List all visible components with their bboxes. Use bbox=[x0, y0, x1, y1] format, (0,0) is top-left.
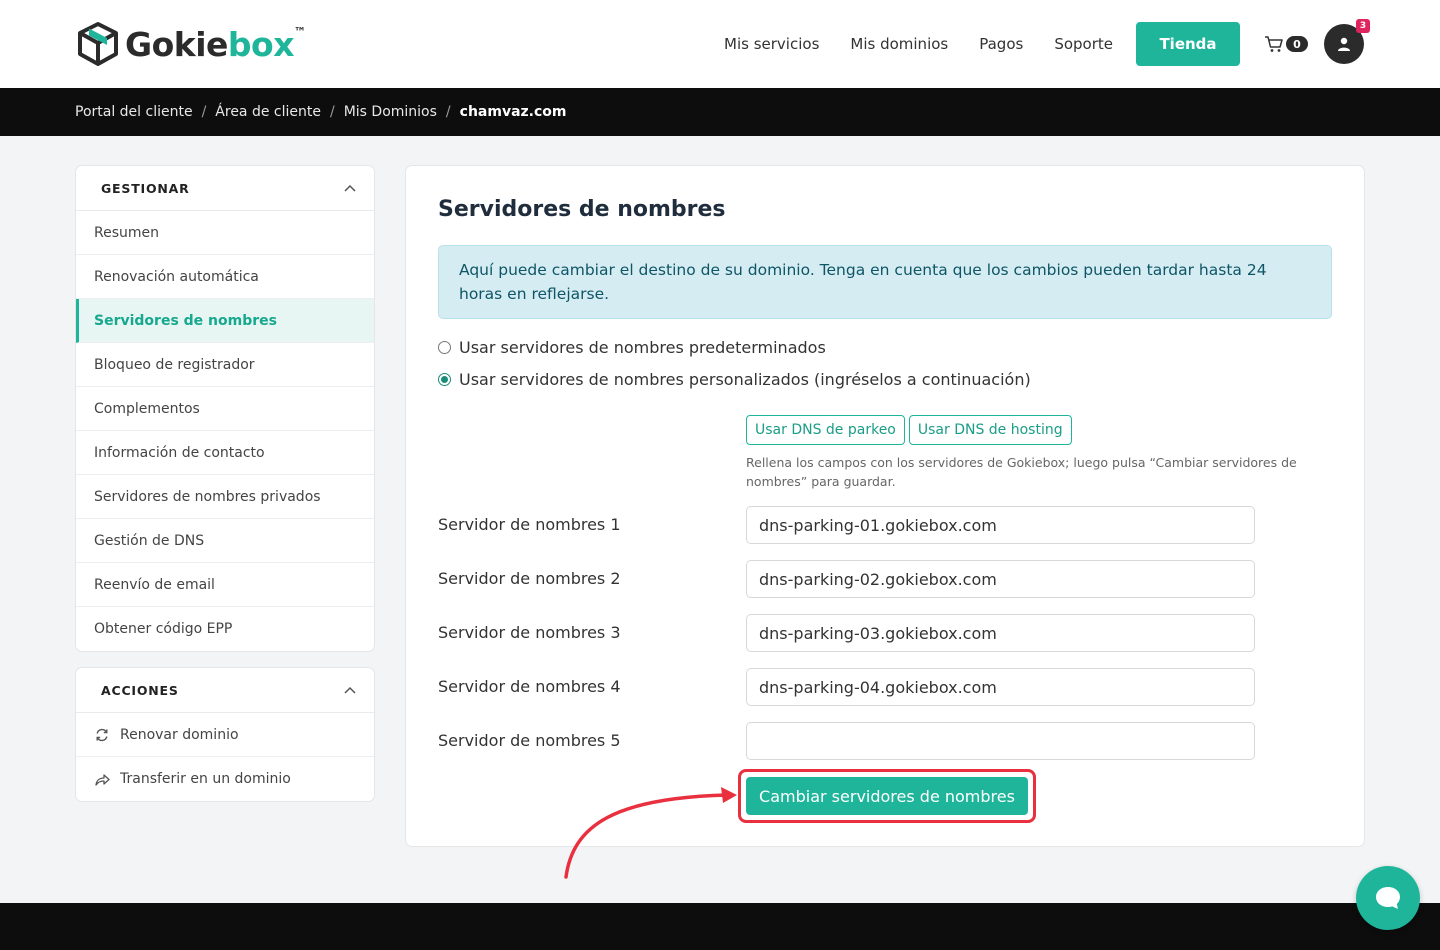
radio-label: Usar servidores de nombres personalizado… bbox=[459, 370, 1031, 389]
chat-bubble-icon bbox=[1376, 887, 1400, 909]
brand-logo[interactable]: Gokiebox™ bbox=[75, 20, 306, 68]
nav-link-mis-dominios[interactable]: Mis dominios bbox=[850, 22, 948, 66]
sidebar-item-codigo-epp[interactable]: Obtener código EPP bbox=[76, 607, 374, 651]
breadcrumb-separator: / bbox=[201, 104, 207, 120]
breadcrumb-mis-dominios[interactable]: Mis Dominios bbox=[344, 104, 437, 120]
sidebar-action-label: Transferir en un dominio bbox=[120, 771, 291, 787]
manage-panel-header[interactable]: GESTIONAR bbox=[76, 166, 374, 211]
sidebar-item-resumen[interactable]: Resumen bbox=[76, 211, 374, 255]
radio-label: Usar servidores de nombres predeterminad… bbox=[459, 338, 826, 357]
chevron-up-icon bbox=[344, 184, 356, 192]
change-nameservers-button[interactable]: Cambiar servidores de nombres bbox=[746, 777, 1028, 815]
radio-button-checked[interactable] bbox=[438, 373, 451, 386]
manage-panel: GESTIONAR Resumen Renovación automática … bbox=[75, 165, 375, 652]
nameservers-card: Servidores de nombres Aquí puede cambiar… bbox=[405, 165, 1365, 847]
radio-default-nameservers[interactable]: Usar servidores de nombres predeterminad… bbox=[438, 338, 826, 357]
use-parking-dns-button[interactable]: Usar DNS de parkeo bbox=[746, 415, 905, 445]
use-hosting-dns-button[interactable]: Usar DNS de hosting bbox=[908, 415, 1072, 445]
breadcrumb-separator: / bbox=[445, 104, 451, 120]
site-footer bbox=[0, 903, 1440, 950]
actions-panel-header[interactable]: ACCIONES bbox=[76, 668, 374, 713]
breadcrumb-portal[interactable]: Portal del cliente bbox=[75, 104, 193, 120]
notification-badge: 3 bbox=[1356, 19, 1370, 33]
radio-button[interactable] bbox=[438, 341, 451, 354]
manage-panel-title: GESTIONAR bbox=[101, 180, 190, 196]
page-title: Servidores de nombres bbox=[438, 197, 726, 222]
share-arrow-icon bbox=[94, 773, 110, 786]
user-icon bbox=[1338, 37, 1350, 51]
sidebar-action-renovar-dominio[interactable]: Renovar dominio bbox=[76, 713, 374, 757]
nav-link-soporte[interactable]: Soporte bbox=[1054, 22, 1113, 66]
sidebar-item-complementos[interactable]: Complementos bbox=[76, 387, 374, 431]
box-logo-icon bbox=[78, 22, 118, 66]
cart-count-badge: 0 bbox=[1286, 36, 1308, 52]
sidebar-item-bloqueo-de-registrador[interactable]: Bloqueo de registrador bbox=[76, 343, 374, 387]
nameserver-4-input[interactable] bbox=[746, 668, 1255, 706]
breadcrumb-current-domain: chamvaz.com bbox=[459, 104, 567, 120]
sidebar-item-servidores-privados[interactable]: Servidores de nombres privados bbox=[76, 475, 374, 519]
breadcrumb: Portal del cliente / Área de cliente / M… bbox=[0, 88, 1440, 136]
sidebar-item-gestion-de-dns[interactable]: Gestión de DNS bbox=[76, 519, 374, 563]
breadcrumb-area-cliente[interactable]: Área de cliente bbox=[215, 104, 321, 120]
submit-highlight-box: Cambiar servidores de nombres bbox=[738, 769, 1036, 823]
chevron-up-icon bbox=[344, 686, 356, 694]
nameserver-3-input[interactable] bbox=[746, 614, 1255, 652]
cart-icon bbox=[1265, 36, 1283, 52]
cart-button[interactable]: 0 bbox=[1264, 35, 1308, 53]
info-alert: Aquí puede cambiar el destino de su domi… bbox=[438, 245, 1332, 319]
refresh-icon bbox=[94, 728, 110, 742]
nameserver-5-input[interactable] bbox=[746, 722, 1255, 760]
sidebar-item-servidores-de-nombres[interactable]: Servidores de nombres bbox=[76, 299, 374, 343]
nameserver-1-input[interactable] bbox=[746, 506, 1255, 544]
nameserver-1-label: Servidor de nombres 1 bbox=[438, 515, 621, 534]
nameserver-2-input[interactable] bbox=[746, 560, 1255, 598]
dns-preset-buttons: Usar DNS de parkeo Usar DNS de hosting bbox=[746, 415, 1076, 445]
nameserver-2-label: Servidor de nombres 2 bbox=[438, 569, 621, 588]
sidebar-item-reenvio-de-email[interactable]: Reenvío de email bbox=[76, 563, 374, 607]
actions-panel: ACCIONES Renovar dominio Transferir en u… bbox=[75, 667, 375, 802]
sidebar-action-transferir-dominio[interactable]: Transferir en un dominio bbox=[76, 757, 374, 801]
actions-panel-title: ACCIONES bbox=[101, 682, 179, 698]
tienda-button[interactable]: Tienda bbox=[1136, 22, 1240, 66]
nav-link-mis-servicios[interactable]: Mis servicios bbox=[724, 22, 819, 66]
radio-custom-nameservers[interactable]: Usar servidores de nombres personalizado… bbox=[438, 370, 1031, 389]
site-header: Gokiebox™ Mis servicios Mis dominios Pag… bbox=[0, 0, 1440, 88]
nameserver-3-label: Servidor de nombres 3 bbox=[438, 623, 621, 642]
user-avatar[interactable]: 3 bbox=[1324, 19, 1370, 64]
nameserver-4-label: Servidor de nombres 4 bbox=[438, 677, 621, 696]
breadcrumb-separator: / bbox=[329, 104, 335, 120]
brand-name: Gokiebox™ bbox=[125, 24, 306, 64]
annotation-arrow-icon bbox=[564, 787, 737, 879]
nav-link-pagos[interactable]: Pagos bbox=[979, 22, 1023, 66]
sidebar-item-renovacion-automatica[interactable]: Renovación automática bbox=[76, 255, 374, 299]
help-text: Rellena los campos con los servidores de… bbox=[746, 455, 1297, 489]
nameserver-5-label: Servidor de nombres 5 bbox=[438, 731, 621, 750]
main-nav: Mis servicios Mis dominios Pagos Soporte… bbox=[724, 19, 1370, 66]
chat-button[interactable] bbox=[1356, 866, 1420, 930]
sidebar-item-informacion-de-contacto[interactable]: Información de contacto bbox=[76, 431, 374, 475]
sidebar-action-label: Renovar dominio bbox=[120, 726, 239, 743]
